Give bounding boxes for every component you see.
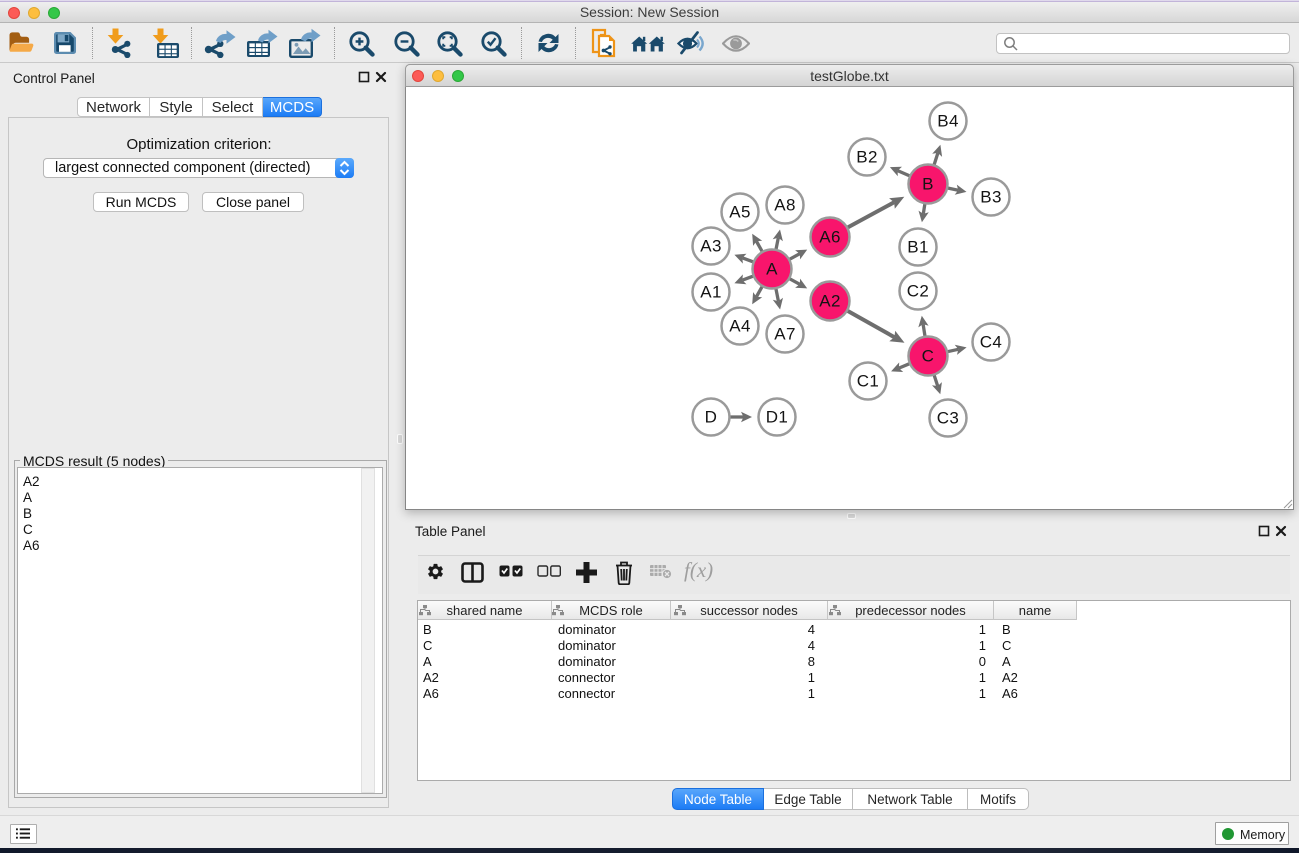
svg-text:C4: C4 <box>980 333 1003 352</box>
svg-text:A7: A7 <box>774 325 796 344</box>
svg-text:A2: A2 <box>819 292 841 311</box>
svg-text:D: D <box>705 408 718 427</box>
svg-text:A8: A8 <box>774 196 796 215</box>
svg-text:A1: A1 <box>700 283 722 302</box>
svg-text:A4: A4 <box>729 317 751 336</box>
svg-text:D1: D1 <box>766 408 789 427</box>
svg-text:B3: B3 <box>980 188 1002 207</box>
svg-text:A: A <box>766 260 778 279</box>
svg-text:B2: B2 <box>856 148 878 167</box>
svg-text:C: C <box>922 347 935 366</box>
svg-text:C3: C3 <box>937 409 960 428</box>
svg-text:A3: A3 <box>700 237 722 256</box>
svg-text:A6: A6 <box>819 228 841 247</box>
svg-text:C1: C1 <box>857 372 880 391</box>
svg-text:B4: B4 <box>937 112 959 131</box>
svg-text:C2: C2 <box>907 282 930 301</box>
svg-text:B: B <box>922 175 934 194</box>
svg-text:A5: A5 <box>729 203 751 222</box>
svg-text:B1: B1 <box>907 238 929 257</box>
